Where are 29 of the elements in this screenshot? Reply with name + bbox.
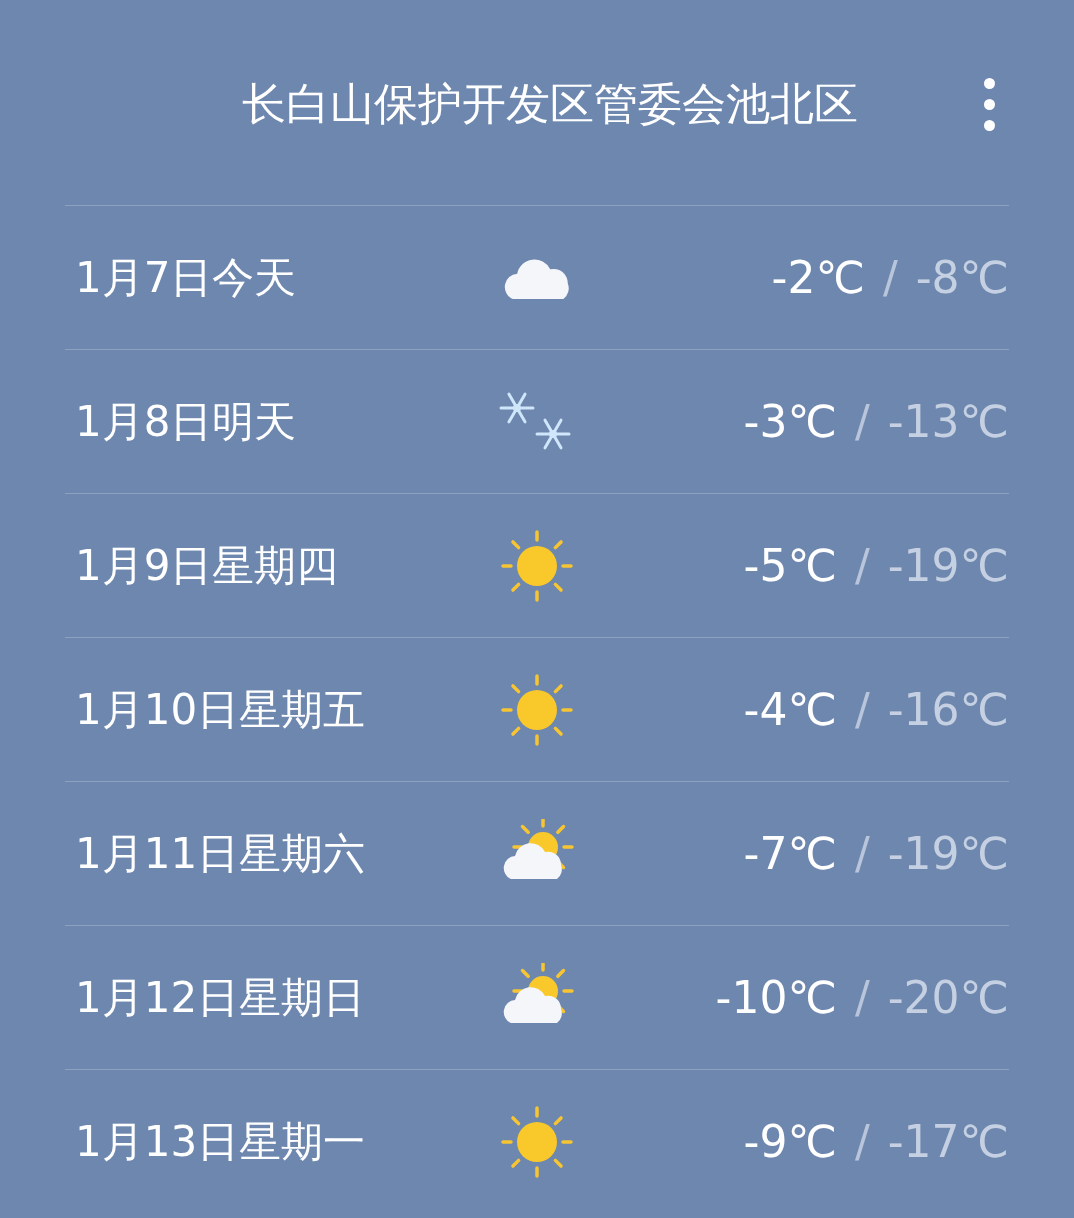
- temperature-separator: /: [854, 682, 870, 737]
- temperature-separator: /: [854, 394, 870, 449]
- temperature-separator: /: [854, 1114, 870, 1169]
- low-temperature: -16℃: [887, 682, 1009, 737]
- temperature-separator: /: [882, 250, 898, 305]
- low-temperature: -19℃: [887, 826, 1009, 881]
- forecast-date: 1月10日星期五: [74, 684, 367, 736]
- forecast-date: 1月8日明天: [74, 396, 298, 448]
- high-temperature: -5℃: [743, 538, 837, 593]
- forecast-date: 1月11日星期六: [74, 828, 367, 880]
- high-temperature: -7℃: [743, 826, 837, 881]
- high-temperature: -3℃: [743, 394, 837, 449]
- low-temperature: -20℃: [887, 970, 1009, 1025]
- low-temperature: -13℃: [887, 394, 1009, 449]
- location-title: 长白山保护开发区管委会池北区: [241, 77, 858, 131]
- forecast-date: 1月13日星期一: [74, 1116, 367, 1168]
- temperature-separator: /: [854, 538, 870, 593]
- forecast-date: 1月7日今天: [74, 252, 298, 304]
- temperature-separator: /: [854, 970, 870, 1025]
- forecast-date: 1月9日星期四: [74, 540, 340, 592]
- low-temperature: -8℃: [915, 250, 1009, 305]
- forecast-date: 1月12日星期日: [74, 972, 367, 1024]
- high-temperature: -4℃: [743, 682, 837, 737]
- temperature-separator: /: [854, 826, 870, 881]
- low-temperature: -17℃: [887, 1114, 1009, 1169]
- high-temperature: -10℃: [715, 970, 837, 1025]
- low-temperature: -19℃: [887, 538, 1009, 593]
- high-temperature: -2℃: [771, 250, 865, 305]
- high-temperature: -9℃: [743, 1114, 837, 1169]
